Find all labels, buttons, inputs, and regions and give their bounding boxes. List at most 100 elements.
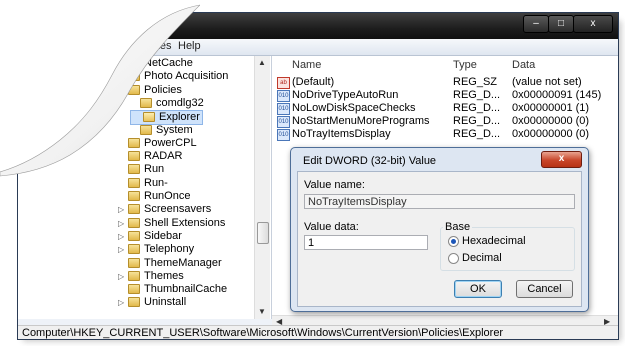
base-label: Base bbox=[443, 221, 473, 233]
ok-button[interactable]: OK bbox=[454, 280, 502, 298]
expander-arrow-icon[interactable]: ▷ bbox=[118, 203, 126, 216]
folder-icon bbox=[128, 244, 140, 255]
folder-icon bbox=[128, 270, 140, 281]
value-name-label: Value name: bbox=[304, 179, 365, 191]
key-tree: ▲ ▼ NetCache Photo Acquisition ◢ Policies co… bbox=[18, 56, 272, 319]
tree-item[interactable]: ▷ Uninstall bbox=[118, 296, 186, 309]
tree-item-label: Policies bbox=[144, 83, 182, 96]
scroll-up-arrow-icon[interactable]: ▲ bbox=[258, 58, 266, 67]
tree-item[interactable]: RADAR bbox=[118, 150, 183, 163]
tree-item-label: RADAR bbox=[144, 150, 183, 163]
tree-item-label: ThumbnailCache bbox=[144, 283, 228, 296]
tree-item[interactable]: ThumbnailCache bbox=[118, 283, 227, 296]
tree-item-label: Shell Extensions bbox=[144, 216, 226, 229]
value-data-label: Value data: bbox=[304, 221, 359, 233]
tree-item[interactable]: ▷ Screensavers bbox=[118, 203, 211, 216]
edit-dword-dialog: Edit DWORD (32-bit) Value x Value name: … bbox=[290, 147, 589, 312]
folder-icon bbox=[128, 217, 140, 228]
tree-item-label: RunOnce bbox=[144, 190, 191, 202]
expander-arrow-icon[interactable]: ◢ bbox=[118, 84, 126, 97]
tree-item[interactable]: ▷ Themes bbox=[118, 270, 184, 283]
tree-item[interactable]: ▷ Shell Extensions bbox=[118, 217, 225, 230]
menu-favorites[interactable]: avorites bbox=[133, 40, 172, 52]
close-button[interactable]: x bbox=[573, 15, 613, 33]
column-header-type[interactable]: Type bbox=[453, 58, 477, 73]
dialog-body: Value name: NoTrayItemsDisplay Value dat… bbox=[297, 171, 582, 307]
expander-arrow-icon[interactable]: ▷ bbox=[118, 243, 126, 256]
hexadecimal-radio[interactable] bbox=[448, 236, 459, 247]
tree-item[interactable]: Photo Acquisition bbox=[118, 70, 228, 83]
tree-item[interactable]: comdlg32 bbox=[130, 97, 204, 110]
folder-icon bbox=[140, 124, 152, 135]
binary-value-icon: 010 bbox=[277, 90, 290, 102]
tree-item[interactable]: Run bbox=[118, 163, 164, 176]
folder-icon bbox=[128, 58, 140, 68]
value-data: (value not set) bbox=[512, 76, 582, 88]
value-name[interactable]: (Default) bbox=[292, 76, 334, 89]
menu-help[interactable]: Help bbox=[178, 40, 201, 52]
tree-item[interactable]: PowerCPL bbox=[118, 137, 197, 150]
folder-icon bbox=[128, 230, 140, 241]
value-name[interactable]: NoTrayItemsDisplay bbox=[292, 128, 391, 141]
value-type: REG_D... bbox=[453, 89, 501, 101]
tree-item-label: ThemeManager bbox=[144, 256, 222, 269]
expander-arrow-icon[interactable]: ▷ bbox=[118, 230, 126, 243]
folder-icon bbox=[128, 204, 140, 215]
menu-bar: avorites Help bbox=[18, 39, 618, 56]
tree-item[interactable]: System bbox=[130, 124, 193, 137]
value-data-input[interactable]: 1 bbox=[304, 235, 428, 250]
decimal-radio[interactable] bbox=[448, 253, 459, 264]
tree-item-label: Photo Acquisition bbox=[144, 70, 229, 83]
minimize-button[interactable]: – bbox=[523, 15, 549, 33]
scrollbar-thumb[interactable] bbox=[257, 222, 269, 244]
tree-item-label: Explorer bbox=[159, 111, 200, 124]
value-data: 0x00000091 (145) bbox=[512, 89, 602, 101]
value-type: REG_D... bbox=[453, 102, 501, 114]
dialog-close-button[interactable]: x bbox=[541, 151, 582, 168]
hexadecimal-label[interactable]: Hexadecimal bbox=[462, 235, 526, 247]
binary-value-icon: 010 bbox=[277, 103, 290, 115]
expander-arrow-icon[interactable]: ▷ bbox=[118, 296, 126, 309]
binary-value-icon: 010 bbox=[277, 129, 290, 141]
tree-item-label: comdlg32 bbox=[156, 96, 204, 109]
binary-value-icon: 010 bbox=[277, 116, 290, 128]
title-bar[interactable]: – □ x bbox=[18, 13, 618, 39]
scroll-down-arrow-icon[interactable]: ▼ bbox=[258, 307, 266, 316]
tree-scrollbar[interactable]: ▲ ▼ bbox=[254, 56, 270, 319]
tree-item[interactable]: ThemeManager bbox=[118, 257, 222, 270]
column-header-data[interactable]: Data bbox=[512, 58, 535, 73]
value-name-field: NoTrayItemsDisplay bbox=[304, 194, 575, 209]
tree-item-label: NetCache bbox=[144, 57, 193, 69]
tree-item-label: PowerCPL bbox=[144, 136, 197, 149]
tree-item[interactable]: RunOnce bbox=[118, 190, 190, 203]
value-type: REG_D... bbox=[453, 115, 501, 127]
tree-item[interactable]: ▷ Telephony bbox=[118, 243, 194, 256]
folder-icon bbox=[128, 84, 140, 95]
tree-item[interactable]: Run- bbox=[118, 177, 168, 190]
folder-icon bbox=[128, 71, 140, 82]
cancel-button[interactable]: Cancel bbox=[516, 280, 573, 298]
tree-item-label: Themes bbox=[144, 269, 184, 282]
tree-item-label: Uninstall bbox=[144, 296, 187, 309]
expander-arrow-icon[interactable]: ▷ bbox=[118, 270, 126, 283]
decimal-label[interactable]: Decimal bbox=[462, 252, 502, 264]
folder-icon bbox=[128, 151, 140, 162]
folder-icon bbox=[128, 284, 140, 295]
column-header-name[interactable]: Name bbox=[292, 58, 321, 73]
tree-item-label: Telephony bbox=[144, 243, 195, 256]
tree-item-label: Run- bbox=[144, 176, 168, 189]
dialog-title: Edit DWORD (32-bit) Value bbox=[303, 155, 437, 167]
expander-arrow-icon[interactable]: ▷ bbox=[118, 217, 126, 230]
value-name[interactable]: NoDriveTypeAutoRun bbox=[292, 89, 398, 102]
window-controls: – □ x bbox=[523, 15, 613, 33]
tree-item[interactable]: ▷ Sidebar bbox=[118, 230, 182, 243]
value-type: REG_SZ bbox=[453, 76, 498, 88]
value-name[interactable]: NoStartMenuMorePrograms bbox=[292, 115, 430, 128]
value-name[interactable]: NoLowDiskSpaceChecks bbox=[292, 102, 416, 115]
value-data: 0x00000001 (1) bbox=[512, 102, 590, 114]
folder-icon bbox=[128, 137, 140, 148]
tree-item[interactable]: NetCache bbox=[118, 57, 193, 70]
status-bar: Computer\HKEY_CURRENT_USER\Software\Micr… bbox=[18, 325, 618, 339]
maximize-button[interactable]: □ bbox=[548, 15, 574, 33]
tree-item[interactable]: ◢ Policies bbox=[118, 84, 182, 97]
